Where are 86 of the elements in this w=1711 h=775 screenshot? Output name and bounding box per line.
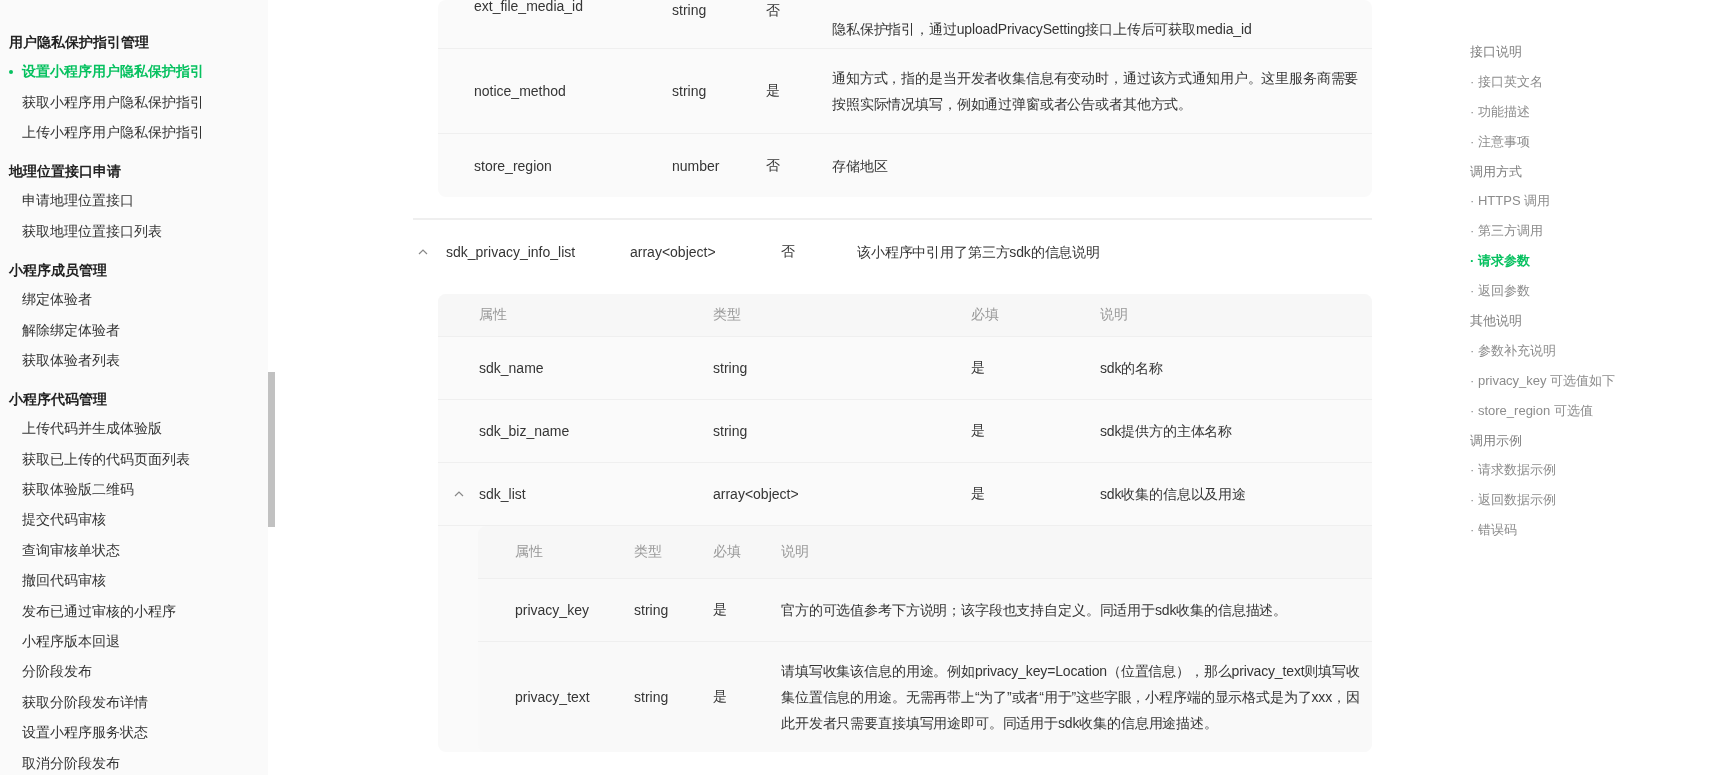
toc-section-link[interactable]: 其他说明	[1470, 311, 1522, 330]
toc-link[interactable]: · 功能描述	[1470, 102, 1530, 121]
param-name: privacy_text	[515, 689, 591, 705]
nav-item[interactable]: 上传小程序用户隐私保护指引	[0, 117, 268, 149]
column-header: 属性	[515, 543, 544, 561]
nav-group-title: 小程序代码管理	[8, 390, 107, 410]
param-description: 隐私保护指引，通过uploadPrivacySetting接口上传后可获取media_id	[832, 20, 1253, 39]
column-header: 属性	[479, 306, 508, 324]
param-description: 通知方式，指的是当开发者收集信息有变动时，通过该方式通知用户。这里服务商需要按照实际情况填写，例如通过弹窗或者公告或者其他方式。	[832, 69, 1360, 114]
column-header: 类型	[713, 306, 742, 324]
nav-item[interactable]: 获取已上传的代码页面列表	[0, 444, 268, 475]
param-type: string	[713, 423, 749, 439]
param-type: number	[672, 157, 721, 174]
chevron-up-icon[interactable]	[418, 248, 428, 255]
toc-section-link[interactable]: 调用示例	[1470, 431, 1522, 450]
toc-link[interactable]: · 错误码	[1470, 521, 1517, 540]
nav-item[interactable]: 获取地理位置接口列表	[0, 216, 268, 247]
nav-item[interactable]: 绑定体验者	[0, 284, 268, 316]
nav-item[interactable]: 上传代码并生成体验版	[0, 414, 268, 445]
toc-link[interactable]: · store_region 可选值	[1470, 401, 1593, 420]
param-name: sdk_name	[479, 360, 545, 376]
param-name: sdk_privacy_info_list	[446, 243, 577, 260]
param-required: 是	[713, 688, 728, 706]
toc-section-link[interactable]: 调用方式	[1470, 162, 1522, 181]
param-name: sdk_biz_name	[479, 423, 571, 439]
param-type: string	[634, 689, 670, 705]
column-header: 说明	[781, 543, 810, 561]
nav-item[interactable]: 获取体验版二维码	[0, 474, 268, 506]
toc-link[interactable]: · privacy_key 可选值如下	[1470, 371, 1616, 390]
toc-link[interactable]: · 返回参数	[1470, 282, 1530, 301]
param-description: sdk的名称	[1100, 359, 1164, 378]
nav-item[interactable]: 查询审核单状态	[0, 535, 268, 567]
toc-link[interactable]: · 参数补充说明	[1470, 341, 1556, 360]
param-required: 否	[781, 242, 796, 261]
nav-group-title: 小程序成员管理	[8, 260, 107, 280]
nav-item[interactable]: 发布已通过审核的小程序	[0, 596, 268, 627]
nav-group-title: 地理位置接口申请	[7, 162, 121, 182]
param-name: notice_method	[474, 83, 567, 99]
toc-link[interactable]: · HTTPS 调用	[1470, 192, 1551, 211]
nav-item[interactable]: 解除绑定体验者	[0, 315, 268, 346]
toc-link[interactable]: · 接口英文名	[1470, 72, 1543, 91]
column-header: 说明	[1100, 306, 1129, 324]
column-header: 必填	[713, 543, 742, 561]
param-required: 是	[713, 601, 728, 619]
toc-link[interactable]: · 第三方调用	[1470, 222, 1543, 241]
toc-link[interactable]: · 注意事项	[1470, 132, 1530, 151]
param-description: 存储地区	[832, 156, 889, 176]
param-name: sdk_list	[479, 486, 527, 502]
param-description: 该小程序中引用了第三方sdk的信息说明	[857, 242, 1101, 262]
nav-item[interactable]: 分阶段发布	[0, 657, 268, 688]
nav-item[interactable]: 小程序版本回退	[0, 626, 268, 658]
param-required: 是	[971, 359, 986, 377]
param-name: ext_file_media_id	[474, 0, 584, 16]
chevron-up-icon[interactable]	[453, 491, 464, 497]
toc-link[interactable]: · 返回数据示例	[1470, 491, 1556, 510]
param-type: string	[672, 83, 708, 99]
column-header: 必填	[971, 306, 1000, 324]
param-name: store_region	[474, 157, 553, 174]
param-description: 官方的可选值参考下方说明；该字段也支持自定义。同适用于sdk收集的信息描述。	[781, 601, 1289, 620]
nav-item[interactable]: 获取体验者列表	[0, 345, 268, 377]
nav-item[interactable]: 取消分阶段发布	[0, 748, 268, 775]
param-required: 是	[971, 422, 986, 440]
param-description: sdk提供方的主体名称	[1100, 422, 1234, 441]
param-required: 否	[766, 156, 781, 175]
toc-link[interactable]: · 请求数据示例	[1470, 461, 1556, 480]
column-header: 类型	[634, 543, 663, 561]
param-description: sdk收集的信息以及用途	[1100, 485, 1247, 504]
nav-item[interactable]: 撤回代码审核	[0, 566, 268, 597]
param-type: array<object>	[713, 486, 800, 502]
param-type: string	[713, 360, 749, 376]
param-required: 是	[971, 485, 986, 503]
toc-section-link[interactable]: 接口说明	[1470, 42, 1522, 61]
nav-item[interactable]: 获取小程序用户隐私保护指引	[0, 87, 268, 118]
nav-item[interactable]: 提交代码审核	[0, 505, 268, 536]
nav-item[interactable]: 设置小程序服务状态	[0, 718, 268, 749]
param-required: 是	[766, 82, 781, 100]
param-type: array<object>	[630, 243, 717, 260]
param-required: 否	[766, 1, 781, 20]
param-description: 请填写收集该信息的用途。例如privacy_key=Location（位置信息），那么privacy_text则填写收集位置信息的用途。无需再带上“为了”或者“用于”这些字眼，小程序端的显示格式是为了xxx，因此开发者只需要直接填写用途即可。同适用于sdk收集的信息用途描述。	[781, 662, 1361, 733]
nav-group-title: 用户隐私保护指引管理	[8, 33, 149, 52]
param-type: string	[672, 1, 708, 20]
param-type: string	[634, 602, 670, 618]
nav-item[interactable]: 申请地理位置接口	[0, 186, 268, 217]
param-name: privacy_key	[515, 602, 590, 618]
nav-item[interactable]: 获取分阶段发布详情	[0, 687, 268, 719]
scrollbar-thumb[interactable]	[268, 372, 275, 527]
